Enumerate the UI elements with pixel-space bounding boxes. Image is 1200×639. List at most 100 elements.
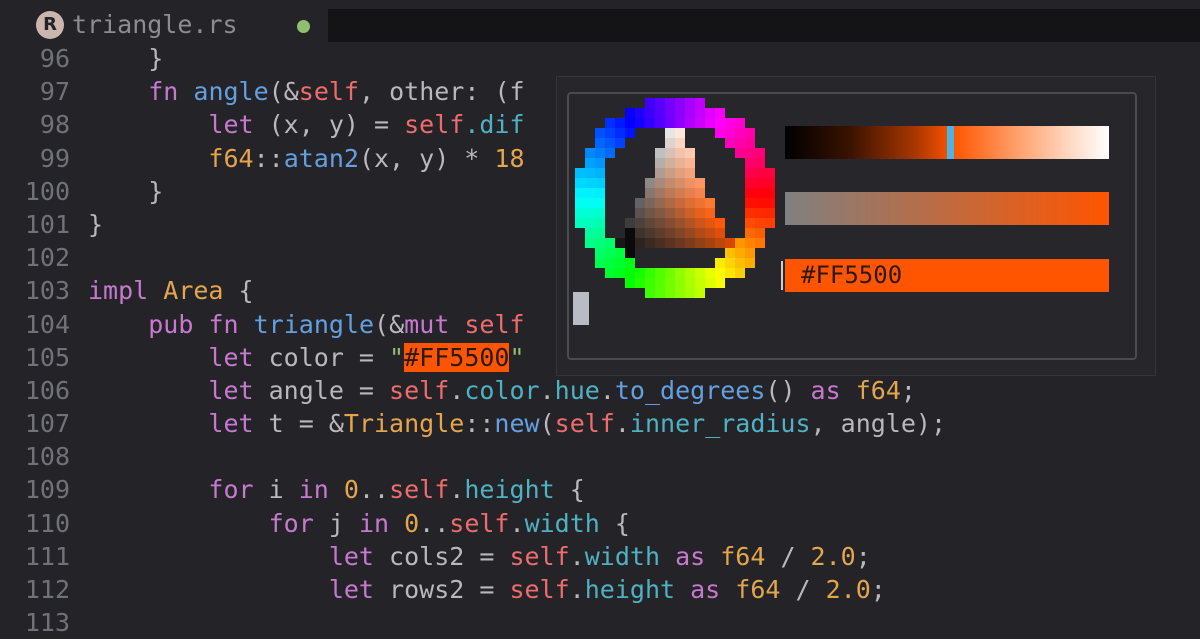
code-token: . [539,375,555,405]
code-line[interactable]: 109 for i in 0..self.height { [0,473,1200,506]
wheel-pixel [655,188,665,198]
brightness-slider-handle[interactable] [947,126,954,159]
tab-filename[interactable]: triangle.rs [72,8,238,42]
wheel-pixel [575,188,585,198]
code-text[interactable]: } [88,42,163,75]
line-number: 106 [24,375,70,405]
wheel-pixel [735,138,745,148]
wheel-pixel [635,228,645,238]
wheel-pixel [745,178,755,188]
code-text[interactable]: impl Area { [88,274,254,307]
code-line[interactable]: 107 let t = &Triangle::new(self.inner_ra… [0,407,1200,440]
code-text[interactable]: for i in 0..self.height { [88,473,584,506]
code-token: t = & [253,409,344,439]
code-token: self [464,309,525,339]
saturation-slider[interactable] [785,192,1109,225]
code-token: rows2 = [373,575,510,604]
wheel-pixel [685,98,695,108]
color-picker-popup: #FF5500 [556,76,1156,376]
code-token: () [765,375,811,405]
wheel-pixel [615,258,625,268]
wheel-pixel [685,218,695,228]
wheel-pixel [675,158,685,168]
code-token: / [780,575,826,604]
wheel-pixel [765,188,775,198]
line-number: 109 [24,475,70,505]
tab-bar: R triangle.rs [0,0,1200,46]
wheel-pixel [745,258,755,268]
code-line[interactable]: 106 let angle = self.color.hue.to_degree… [0,374,1200,407]
code-token: :: [464,409,495,439]
wheel-pixel [585,148,595,158]
wheel-pixel [705,198,715,208]
wheel-pixel [585,238,595,248]
hue-wheel[interactable] [575,98,775,298]
code-line[interactable]: 96 } [0,42,1200,75]
wheel-pixel [625,278,635,288]
code-text[interactable]: let rows2 = self.height as f64 / 2.0; [88,573,886,606]
code-text[interactable]: let (x, y) = self.dif [88,108,524,141]
code-text[interactable]: } [88,175,163,208]
code-line[interactable]: 108 [0,440,1200,473]
code-text[interactable]: fn angle(&self, other: (f [88,75,524,108]
code-text[interactable]: let color = "#FF5500" [88,341,525,374]
wheel-pixel [595,158,605,168]
code-line[interactable]: 113 [0,606,1200,639]
hex-input-field[interactable]: #FF5500 [781,259,1109,292]
code-token: (x, y) * [358,143,495,173]
brightness-slider[interactable] [785,126,1109,159]
wheel-pixel [635,108,645,118]
wheel-pixel [735,238,745,248]
code-token: as [810,375,841,405]
code-text[interactable]: } [88,208,103,241]
wheel-pixel [655,148,665,158]
wheel-pixel [575,178,585,188]
code-token: let [208,342,254,372]
wheel-pixel [585,208,595,218]
wheel-pixel [665,138,675,148]
wheel-pixel [665,158,675,168]
wheel-pixel [655,238,665,248]
wheel-pixel [665,228,675,238]
code-token: pub [148,309,194,339]
wheel-pixel [685,228,695,238]
wheel-pixel [575,168,585,178]
wheel-pixel [725,258,735,268]
code-text[interactable]: let angle = self.color.hue.to_degrees() … [88,374,916,407]
wheel-pixel [765,178,775,188]
code-text[interactable]: f64::atan2(x, y) * 18 [88,142,524,175]
wheel-pixel [755,208,765,218]
code-token: self [509,575,570,604]
wheel-pixel [735,268,745,278]
wheel-pixel [645,118,655,128]
highlighted-color-literal: #FF5500 [404,342,510,372]
code-token: } [88,209,104,239]
code-line[interactable]: 110 for j in 0..self.width { [0,507,1200,540]
wheel-pixel [615,118,625,128]
code-token: self [404,110,465,140]
wheel-pixel [695,188,705,198]
line-number: 112 [24,575,70,604]
code-token: fn [208,309,239,339]
wheel-pixel [695,178,705,188]
wheel-pixel [675,198,685,208]
code-token: .. [358,475,390,505]
code-line[interactable]: 112 let rows2 = self.height as f64 / 2.0… [0,573,1200,606]
wheel-pixel [755,168,765,178]
code-text[interactable]: for j in 0..self.width { [88,507,630,540]
triangle-selection-marker[interactable] [625,228,635,258]
wheel-pixel [625,258,635,268]
wheel-pixel [675,148,685,158]
code-text[interactable]: pub fn triangle(&mut self [88,308,525,341]
code-text[interactable]: let t = &Triangle::new(self.inner_radius… [88,407,946,440]
wheel-pixel [655,268,665,278]
code-token: (& [268,77,299,107]
code-line[interactable]: 111 let cols2 = self.width as f64 / 2.0; [0,540,1200,573]
code-text[interactable]: let cols2 = self.width as f64 / 2.0; [88,540,871,573]
wheel-pixel [605,268,615,278]
